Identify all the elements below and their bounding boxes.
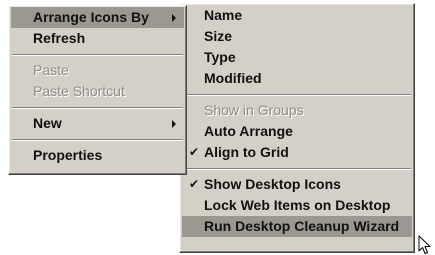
menu-separator [12,107,183,109]
submenu-item-label: Show in Groups [204,102,304,118]
submenu-arrow-icon [172,14,176,22]
submenu-item-modified[interactable]: Modified [182,68,412,89]
desktop-context-menu-screenshot: Name Size Type Modified Show in Groups A… [0,0,435,255]
submenu-item-show-in-groups: Show in Groups [182,100,412,121]
menu-item-paste-shortcut: Paste Shortcut [11,81,184,102]
submenu-item-label: Auto Arrange [204,123,293,139]
arrange-icons-submenu: Name Size Type Modified Show in Groups A… [179,3,415,253]
submenu-item-label: Lock Web Items on Desktop [204,197,391,213]
submenu-item-label: Name [204,7,243,23]
submenu-item-label: Modified [204,70,262,86]
menu-separator [183,168,411,170]
menu-item-label: Paste Shortcut [33,83,125,99]
checkmark-icon: ✔ [188,145,200,159]
submenu-item-label: Align to Grid [204,144,289,160]
menu-item-arrange-icons-by[interactable]: Arrange Icons By [11,7,184,28]
submenu-item-run-cleanup-wizard[interactable]: Run Desktop Cleanup Wizard [182,216,412,237]
desktop-context-menu: Arrange Icons By Refresh Paste Paste Sho… [8,5,187,175]
submenu-arrow-icon [172,120,176,128]
menu-item-label: Arrange Icons By [33,9,149,25]
menu-item-refresh[interactable]: Refresh [11,28,184,49]
submenu-item-auto-arrange[interactable]: Auto Arrange [182,121,412,142]
submenu-item-label: Run Desktop Cleanup Wizard [204,218,400,234]
menu-separator [183,94,411,96]
menu-item-label: New [33,115,62,131]
submenu-item-label: Type [204,49,236,65]
menu-separator [12,139,183,141]
checkmark-icon: ✔ [188,177,200,191]
menu-item-new[interactable]: New [11,113,184,134]
submenu-item-align-to-grid[interactable]: ✔ Align to Grid [182,142,412,163]
submenu-item-name[interactable]: Name [182,5,412,26]
menu-item-label: Refresh [33,30,86,46]
menu-separator [12,54,183,56]
submenu-item-size[interactable]: Size [182,26,412,47]
submenu-item-lock-web-items[interactable]: Lock Web Items on Desktop [182,195,412,216]
submenu-item-type[interactable]: Type [182,47,412,68]
menu-item-label: Paste [33,62,69,78]
menu-item-paste: Paste [11,60,184,81]
submenu-item-show-desktop-icons[interactable]: ✔ Show Desktop Icons [182,174,412,195]
menu-item-label: Properties [33,147,103,163]
mouse-pointer-icon [418,235,431,254]
submenu-item-label: Show Desktop Icons [204,176,341,192]
submenu-item-label: Size [204,28,233,44]
menu-item-properties[interactable]: Properties [11,145,184,166]
